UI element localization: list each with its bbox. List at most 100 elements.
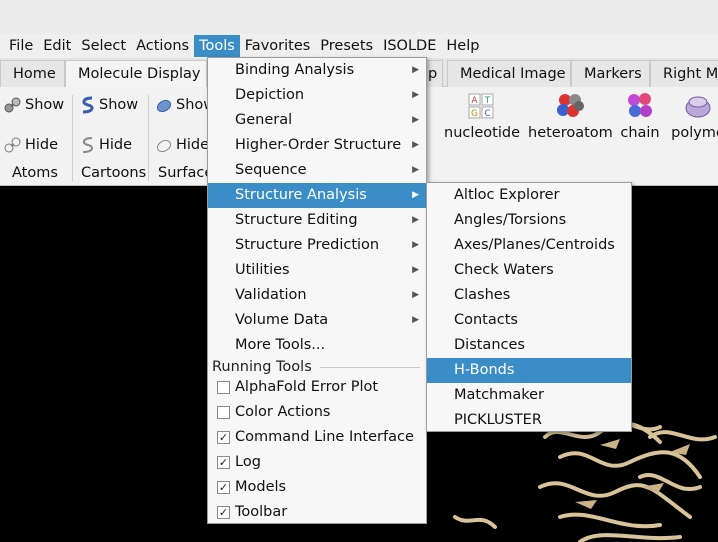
menu-isolde[interactable]: ISOLDE xyxy=(378,35,441,57)
surfaces-hide-button[interactable]: Hide xyxy=(155,136,209,154)
sa-item-altloc-explorer[interactable]: Altloc Explorer xyxy=(427,183,631,208)
running-tool-toolbar[interactable]: ✓ Toolbar xyxy=(208,500,426,525)
tools-item-depiction[interactable]: Depiction ▶ xyxy=(208,83,426,108)
submenu-arrow-icon: ▶ xyxy=(412,140,419,150)
tab-medical-image[interactable]: Medical Image xyxy=(447,60,571,87)
tools-item-label: Structure Editing xyxy=(235,212,358,228)
toolbar-separator xyxy=(148,95,149,181)
toolbar-separator xyxy=(72,95,73,181)
surface-show-icon xyxy=(156,99,172,113)
sa-item-h-bonds[interactable]: H-Bonds xyxy=(427,358,631,383)
cartoon-hide-icon xyxy=(82,137,93,153)
submenu-arrow-icon: ▶ xyxy=(412,315,419,325)
running-tool-label: Color Actions xyxy=(235,404,331,420)
menu-tools[interactable]: Tools xyxy=(194,35,240,57)
atoms-hide-button[interactable]: Hide xyxy=(4,136,58,154)
checkmark-icon: ✓ xyxy=(217,506,230,519)
sa-item-angles-torsions[interactable]: Angles/Torsions xyxy=(427,208,631,233)
menu-edit[interactable]: Edit xyxy=(38,35,76,57)
surfaces-hide-label: Hide xyxy=(176,137,210,153)
menu-help[interactable]: Help xyxy=(441,35,484,57)
tools-item-label: Structure Prediction xyxy=(235,237,380,253)
sa-item-axes-planes-centroids[interactable]: Axes/Planes/Centroids xyxy=(427,233,631,258)
running-tool-label: Log xyxy=(235,454,261,470)
running-tool-label: Toolbar xyxy=(235,504,288,520)
color-nucleotide-button[interactable]: A T G C nucleotide xyxy=(444,91,521,141)
chain-label: chain xyxy=(620,125,660,141)
checkbox-unchecked xyxy=(217,406,230,419)
atoms-show-button[interactable]: Show xyxy=(4,96,64,114)
running-tool-color-actions[interactable]: Color Actions xyxy=(208,400,426,425)
tab-markers[interactable]: Markers xyxy=(571,60,650,87)
tools-item-label: Validation xyxy=(235,287,307,303)
submenu-arrow-icon: ▶ xyxy=(412,90,419,100)
tools-item-structure-prediction[interactable]: Structure Prediction ▶ xyxy=(208,233,426,258)
atom-show-icon xyxy=(4,97,21,113)
checkmark-icon: ✓ xyxy=(217,481,230,494)
tools-item-label: Depiction xyxy=(235,87,305,103)
atoms-show-label: Show xyxy=(25,97,65,113)
menu-actions[interactable]: Actions xyxy=(131,35,194,57)
atoms-section-label: Atoms xyxy=(12,165,58,181)
cartoons-show-button[interactable]: Show xyxy=(80,96,138,114)
tools-item-structure-analysis[interactable]: Structure Analysis ▶ xyxy=(208,183,426,208)
sa-item-clashes[interactable]: Clashes xyxy=(427,283,631,308)
nucleotide-icon: A T G C xyxy=(468,93,494,119)
running-tool-command-line-interface[interactable]: ✓ Command Line Interface xyxy=(208,425,426,450)
sa-item-pickluster[interactable]: PICKLUSTER xyxy=(427,408,631,433)
menu-bar: File Edit Select Actions Tools Favorites… xyxy=(0,34,718,58)
running-tool-log[interactable]: ✓ Log xyxy=(208,450,426,475)
sa-item-matchmaker[interactable]: Matchmaker xyxy=(427,383,631,408)
menu-divider xyxy=(320,367,420,368)
tools-item-general[interactable]: General ▶ xyxy=(208,108,426,133)
tools-item-validation[interactable]: Validation ▶ xyxy=(208,283,426,308)
running-tool-label: Command Line Interface xyxy=(235,429,414,445)
checkmark-icon: ✓ xyxy=(217,431,230,444)
color-polymer-button[interactable]: polyme xyxy=(668,91,718,141)
atoms-hide-label: Hide xyxy=(25,137,59,153)
cartoons-hide-button[interactable]: Hide xyxy=(80,136,132,154)
cartoons-show-label: Show xyxy=(99,97,139,113)
menu-favorites[interactable]: Favorites xyxy=(240,35,316,57)
nucleotide-letter-a: A xyxy=(471,96,478,106)
color-heteroatom-button[interactable]: heteroatom xyxy=(528,91,613,141)
heteroatom-label: heteroatom xyxy=(528,125,613,141)
submenu-arrow-icon: ▶ xyxy=(412,115,419,125)
running-tool-models[interactable]: ✓ Models xyxy=(208,475,426,500)
color-chain-button[interactable]: chain xyxy=(618,91,662,141)
running-tools-header: Running Tools xyxy=(212,359,312,375)
tools-item-binding-analysis[interactable]: Binding Analysis ▶ xyxy=(208,58,426,83)
nucleotide-letter-c: C xyxy=(484,109,490,119)
tools-item-label: General xyxy=(235,112,293,128)
running-tool-label: Models xyxy=(235,479,287,495)
polymer-icon xyxy=(685,96,711,118)
tools-item-volume-data[interactable]: Volume Data ▶ xyxy=(208,308,426,333)
sa-item-contacts[interactable]: Contacts xyxy=(427,308,631,333)
sa-item-distances[interactable]: Distances xyxy=(427,333,631,358)
tools-item-higher-order-structure[interactable]: Higher-Order Structure ▶ xyxy=(208,133,426,158)
menu-select[interactable]: Select xyxy=(76,35,131,57)
window-titlebar xyxy=(0,0,718,34)
nucleotide-label: nucleotide xyxy=(444,125,521,141)
cartoon-show-icon xyxy=(82,96,94,114)
tab-home[interactable]: Home xyxy=(0,60,65,87)
submenu-arrow-icon: ▶ xyxy=(412,65,419,75)
tab-molecule-display[interactable]: Molecule Display xyxy=(65,60,207,88)
tools-item-label: Sequence xyxy=(235,162,307,178)
menu-file[interactable]: File xyxy=(4,35,38,57)
running-tool-label: AlphaFold Error Plot xyxy=(235,379,379,395)
menu-presets[interactable]: Presets xyxy=(315,35,378,57)
tools-item-structure-editing[interactable]: Structure Editing ▶ xyxy=(208,208,426,233)
submenu-arrow-icon: ▶ xyxy=(412,265,419,275)
nucleotide-letter-t: T xyxy=(484,96,491,106)
surfaces-section-label: Surface xyxy=(158,165,214,181)
tab-partial[interactable]: p xyxy=(425,60,443,87)
tools-item-more-tools[interactable]: More Tools... xyxy=(208,333,426,358)
sa-item-check-waters[interactable]: Check Waters xyxy=(427,258,631,283)
submenu-arrow-icon: ▶ xyxy=(412,215,419,225)
tools-item-utilities[interactable]: Utilities ▶ xyxy=(208,258,426,283)
tab-right-mouse[interactable]: Right Mo xyxy=(650,60,718,87)
submenu-arrow-icon: ▶ xyxy=(412,190,419,200)
tools-item-sequence[interactable]: Sequence ▶ xyxy=(208,158,426,183)
running-tool-alphafold-error-plot[interactable]: AlphaFold Error Plot xyxy=(208,375,426,400)
